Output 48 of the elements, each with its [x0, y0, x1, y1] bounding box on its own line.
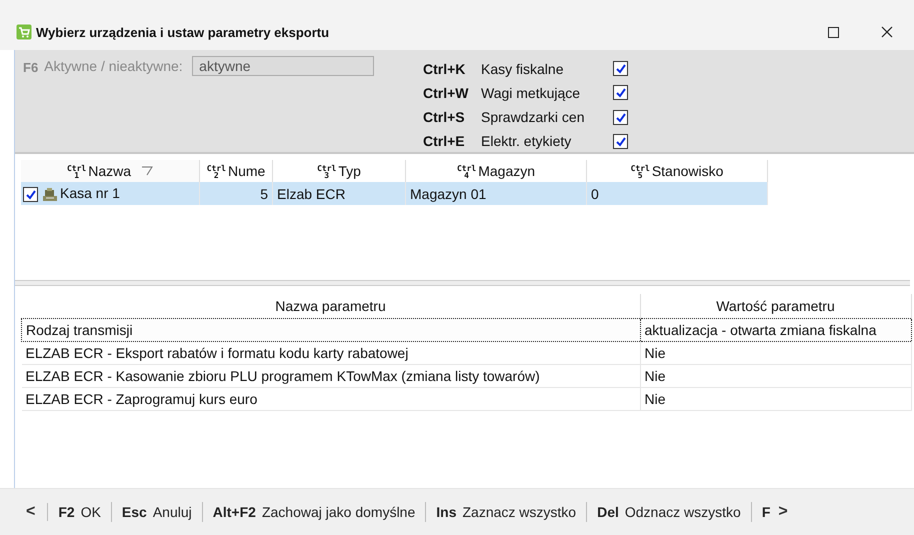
shortcut-key: Ctrl+K — [423, 60, 481, 77]
parameter-value[interactable]: Nie — [640, 342, 911, 364]
checkbox-label: Sprawdzarki cen — [481, 109, 586, 126]
shortcut-button[interactable]: Del Odznacz wszystko — [587, 502, 752, 522]
checkbox-label: Wagi metkujące — [481, 84, 582, 101]
shortcut-button[interactable]: F — [752, 502, 772, 522]
hotkey-hint: Ctrl 3 — [317, 165, 336, 180]
checkbox-label: Kasy fiskalne — [481, 60, 564, 77]
parameter-name: ELZAB ECR - Kasowanie zbioru PLU programem KTowMax (zmiana listy towarów) — [22, 364, 640, 388]
checkbox[interactable] — [613, 134, 628, 149]
shortcut-key: Ctrl+E — [423, 133, 481, 150]
table-cell: 0 — [586, 182, 768, 205]
shortcut-button[interactable]: Esc Anuluj — [112, 502, 203, 522]
shortcut-key: F6 — [23, 60, 38, 75]
parameter-value[interactable]: aktualizacja - otwarta zmiana fiskalna — [640, 318, 911, 342]
shortcut-button[interactable]: Ins Zaznacz wszystko — [426, 502, 588, 522]
parameter-name: ELZAB ECR - Eksport rabatów i formatu kodu karty rabatowej — [22, 342, 640, 364]
table-cell: Magazyn 01 — [406, 182, 586, 205]
sort-icon — [141, 166, 154, 176]
checkbox[interactable] — [23, 186, 38, 202]
checkbox[interactable] — [613, 85, 628, 100]
cart-icon — [16, 24, 32, 40]
cash-register-icon — [42, 186, 58, 202]
field-label: Aktywne / nieaktywne: — [44, 58, 184, 74]
shortcut-button[interactable]: F2 OK — [48, 502, 112, 522]
checkbox[interactable] — [613, 61, 628, 76]
shortcut-button[interactable]: Alt+F2 Zachowaj jako domyślne — [202, 502, 426, 522]
close-icon — [881, 26, 893, 38]
parameter-name: ELZAB ECR - Zaprogramuj kurs euro — [22, 388, 640, 410]
shortcut-key: Ctrl+W — [423, 84, 481, 101]
checkbox[interactable] — [613, 110, 628, 125]
table-cell: Elzab ECR — [272, 182, 406, 205]
parameter-value[interactable]: Nie — [640, 364, 911, 388]
parameter-name: Rodzaj transmisji — [22, 318, 640, 342]
hotkey-hint: Ctrl 2 — [206, 165, 226, 180]
window-title: Wybierz urządzenia i ustaw parametry eksportu — [36, 24, 330, 40]
status-field[interactable]: aktywne — [192, 56, 374, 76]
hotkey-hint: Ctrl 5 — [630, 165, 650, 180]
checkbox-label: Elektr. etykiety — [481, 133, 572, 150]
hotkey-hint: Ctrl 1 — [66, 165, 86, 180]
table-cell: 5 — [200, 182, 272, 205]
hotkey-hint: Ctrl 4 — [456, 165, 476, 180]
maximize-icon — [828, 26, 838, 38]
parameter-value[interactable]: Nie — [640, 388, 911, 410]
scroll-left-button[interactable]: < — [20, 503, 48, 521]
shortcut-key: Ctrl+S — [423, 109, 481, 126]
device-name: Kasa nr 1 — [60, 185, 120, 202]
scroll-right-button[interactable]: > — [772, 503, 794, 521]
